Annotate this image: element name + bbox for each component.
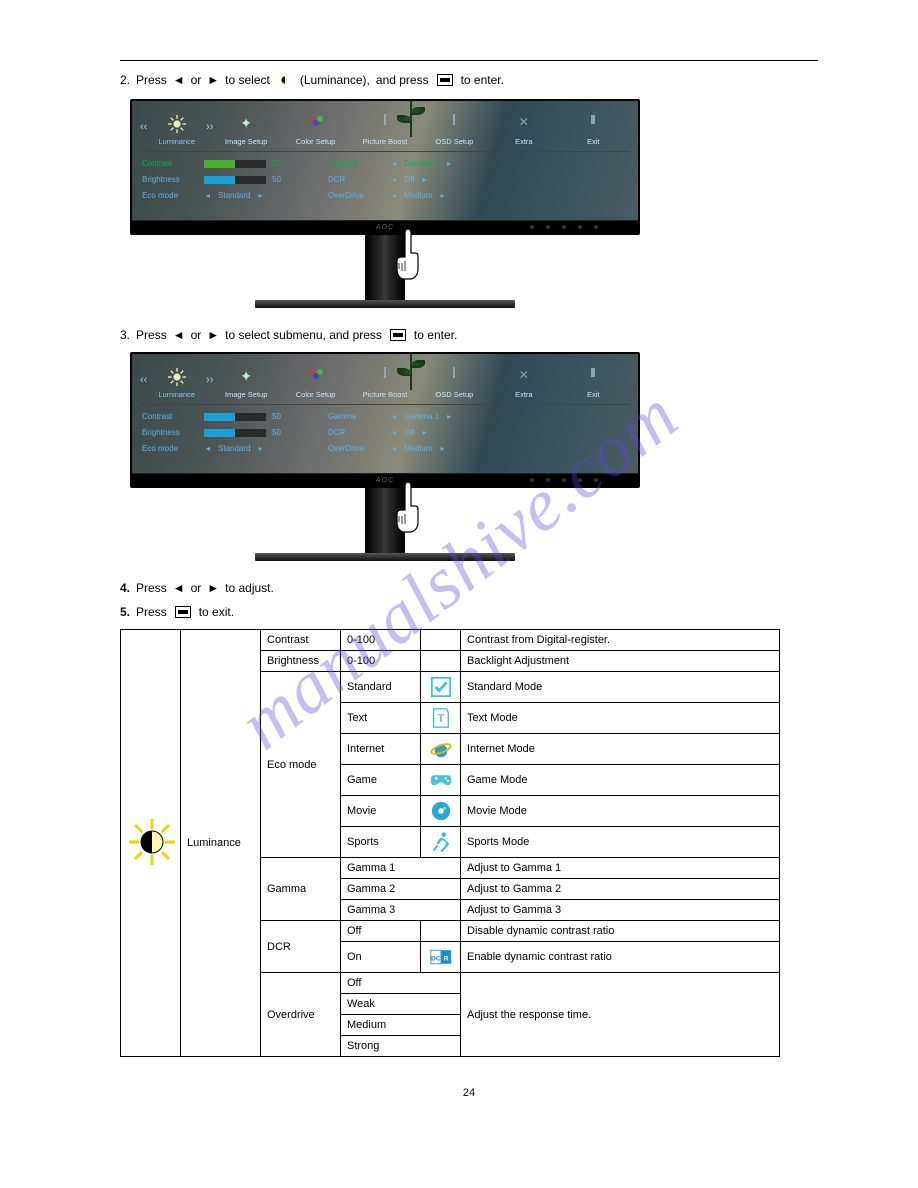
setting-overdrive[interactable]: OverDrive◂Medium▸ [328, 444, 453, 453]
setting-eco[interactable]: Eco mode◂Standard▸ [142, 444, 288, 453]
sports-icon [430, 831, 452, 853]
step-num: 3. [120, 328, 130, 342]
menu-button-icon [437, 74, 453, 86]
right-arrow: ► [207, 328, 219, 342]
step-2: 2. Press ◄ or ► to select (Luminance), a… [120, 71, 818, 89]
tab-color-setup[interactable]: Color Setup [281, 115, 350, 146]
tab-luminance[interactable]: ‹‹›› Luminance [142, 115, 211, 146]
tab-image-setup[interactable]: ✦Image Setup [211, 368, 280, 399]
tab-color-setup[interactable]: Color Setup [281, 368, 350, 399]
pointing-hand-icon [391, 229, 423, 288]
tab-image-setup[interactable]: ✦Image Setup [211, 115, 280, 146]
right-arrow: ► [207, 581, 219, 595]
tab-osd-setup[interactable]: OSD Setup [420, 115, 489, 146]
luminance-table: Luminance Contrast 0-100 Contrast from D… [120, 629, 818, 1057]
check-icon [430, 676, 452, 698]
right-arrow: ► [207, 73, 219, 87]
monitor-screenshot-2: ‹‹›› Luminance ✦Image Setup Color Setup … [130, 352, 640, 561]
pointing-hand-icon [391, 482, 423, 541]
page-number: 24 [120, 1087, 818, 1099]
setting-gamma[interactable]: Gamma◂Gamma 1▸ [328, 159, 453, 168]
dcr-icon: DCR [430, 946, 452, 968]
tab-exit[interactable]: Exit [559, 368, 628, 399]
left-arrow: ◄ [173, 73, 185, 87]
tab-picture-boost[interactable]: Picture Boost [350, 115, 419, 146]
top-rule [120, 60, 818, 61]
text-icon: T [430, 707, 452, 729]
setting-overdrive[interactable]: OverDrive◂Medium▸ [328, 191, 453, 200]
setting-dcr[interactable]: DCR◂Off▸ [328, 175, 453, 184]
left-arrow: ◄ [173, 328, 185, 342]
svg-text:DC: DC [431, 955, 441, 962]
svg-text:T: T [437, 713, 444, 725]
group-name: Luminance [181, 630, 261, 1057]
setting-contrast[interactable]: Contrast50 [142, 412, 288, 421]
monitor-screenshot-1: ‹‹›› Luminance ✦Image Setup Color Setup … [130, 99, 640, 308]
game-icon [430, 769, 452, 791]
setting-gamma[interactable]: Gamma◂Gamma 1▸ [328, 412, 453, 421]
step-num: 2. [120, 73, 130, 87]
tab-picture-boost[interactable]: Picture Boost [350, 368, 419, 399]
svg-text:R: R [443, 955, 448, 962]
osd-settings: Contrast50 Brightness50 Eco mode◂Standar… [142, 159, 628, 200]
auto-button-icon [175, 606, 191, 618]
left-arrow: ◄ [173, 581, 185, 595]
manual-page: 2. Press ◄ or ► to select (Luminance), a… [0, 0, 918, 1139]
setting-eco[interactable]: Eco mode◂Standard▸ [142, 191, 288, 200]
step-5: 5. Press to exit. [120, 605, 818, 619]
internet-icon [430, 738, 452, 760]
osd-tabs: ‹‹›› Luminance ✦Image Setup Color Setup … [132, 115, 638, 146]
movie-icon [430, 800, 452, 822]
tab-extra[interactable]: ✕Extra [489, 368, 558, 399]
tab-osd-setup[interactable]: OSD Setup [420, 368, 489, 399]
tab-extra[interactable]: ✕Extra [489, 115, 558, 146]
setting-contrast[interactable]: Contrast50 [142, 159, 288, 168]
step-4: 4. Press ◄ or ► to adjust. [120, 581, 818, 595]
luminance-icon [127, 817, 177, 867]
step-3: 3. Press ◄ or ► to select submenu, and p… [120, 328, 818, 342]
osd-settings: Contrast50 Brightness50 Eco mode◂Standar… [142, 412, 628, 453]
menu-button-icon [390, 329, 406, 341]
setting-brightness[interactable]: Brightness50 [142, 175, 288, 184]
setting-brightness[interactable]: Brightness50 [142, 428, 288, 437]
luminance-icon [276, 71, 294, 89]
setting-dcr[interactable]: DCR◂Off▸ [328, 428, 453, 437]
osd-tabs: ‹‹›› Luminance ✦Image Setup Color Setup … [132, 368, 638, 399]
table-row: Luminance Contrast 0-100 Contrast from D… [121, 630, 780, 651]
tab-luminance[interactable]: ‹‹›› Luminance [142, 368, 211, 399]
tab-exit[interactable]: Exit [559, 115, 628, 146]
